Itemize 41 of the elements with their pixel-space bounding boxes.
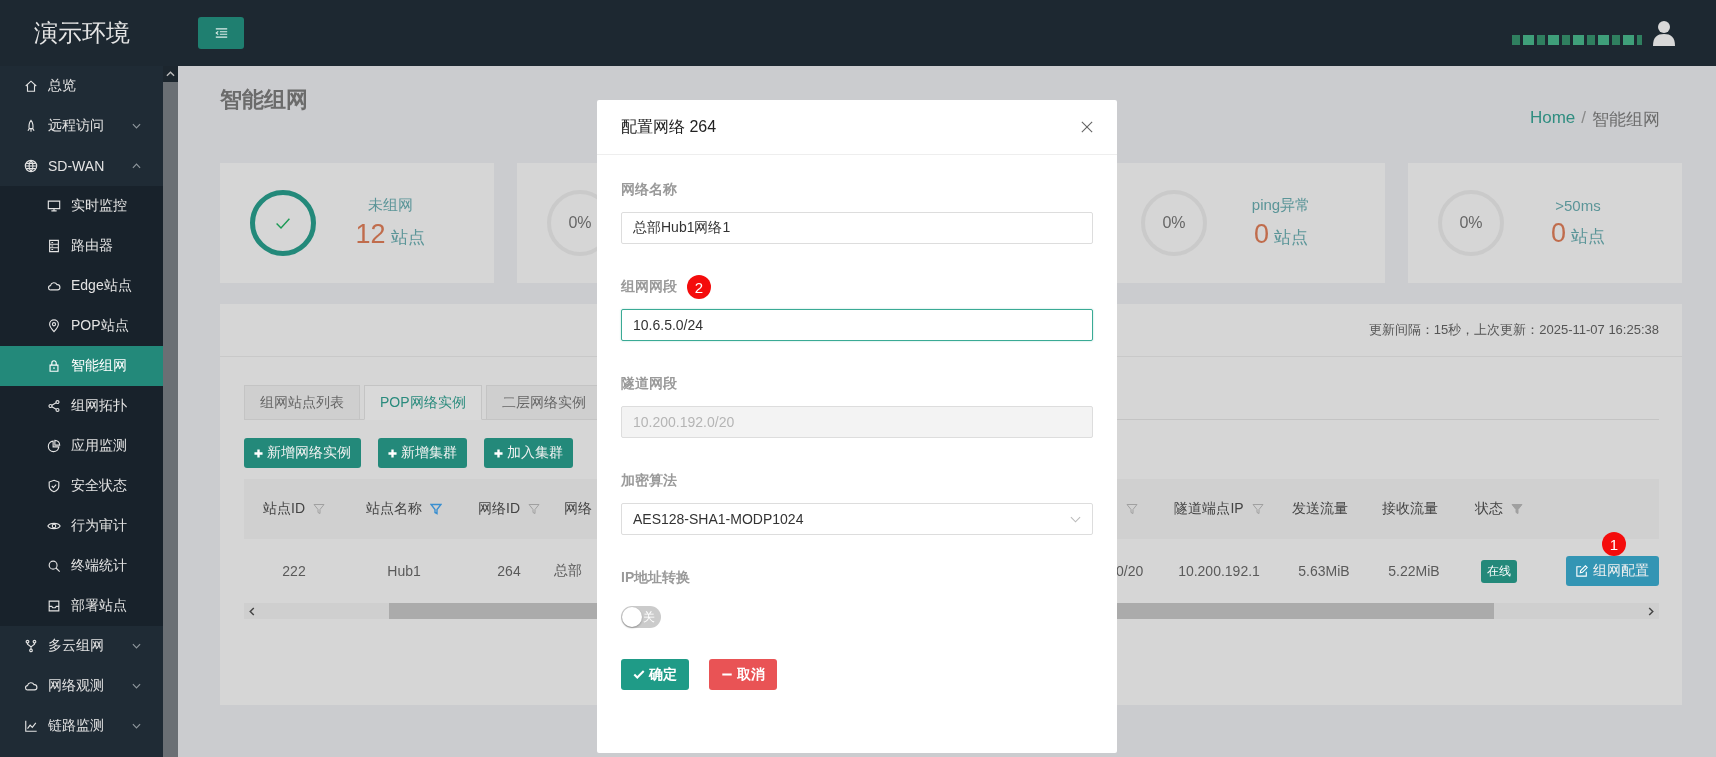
field-label: IP地址转换 — [621, 569, 691, 587]
column-header: 状态 — [1475, 500, 1503, 518]
stat-value: 12 — [355, 219, 386, 250]
step-marker: 2 — [687, 275, 711, 299]
stat-value: 0 — [1551, 218, 1566, 249]
breadcrumb-item: 智能组网 — [1592, 109, 1660, 131]
column-header: 站点ID — [263, 500, 305, 518]
table-cell-text: 0/20 — [1116, 562, 1145, 581]
table-cell-text: 5.63MiB — [1297, 562, 1351, 581]
progress-ring: 0% — [1438, 190, 1504, 256]
field-label: 组网网段 — [621, 278, 677, 296]
field-label: 加密算法 — [621, 472, 677, 490]
update-status-text: 更新间隔：15秒，上次更新：2025-11-07 16:25:38 — [1368, 321, 1659, 339]
stat-unit: 站点 — [1274, 227, 1308, 249]
field-label: 网络名称 — [621, 181, 677, 199]
table-cell-text: Hub1 — [386, 562, 422, 581]
table-cell-text: 10.200.192.1 — [1177, 562, 1261, 581]
dialog-title: 配置网络 264 — [621, 116, 717, 137]
step-marker: 1 — [1602, 532, 1626, 556]
table-cell-text: 5.22MiB — [1387, 562, 1441, 581]
stat-value: 0 — [1254, 219, 1269, 250]
status-badge: 在线 — [1481, 559, 1517, 583]
column-header: 接收流量 — [1382, 500, 1438, 518]
table-cell-text: 222 — [281, 562, 307, 581]
page-title: 智能组网 — [220, 86, 308, 114]
progress-ring: 0% — [1141, 190, 1207, 256]
stat-label: 未组网 — [367, 196, 413, 215]
stat-label: >50ms — [1555, 197, 1601, 214]
field-label: 隧道网段 — [621, 375, 677, 393]
column-header: 站点名称 — [366, 500, 422, 518]
table-cell-text: 总部 — [554, 561, 583, 580]
column-header: 网络 — [564, 500, 592, 518]
stat-unit: 站点 — [390, 227, 425, 249]
table-cell-text: 264 — [496, 562, 522, 581]
column-header: 网络ID — [478, 500, 520, 518]
column-header: 隧道端点IP — [1174, 500, 1244, 518]
brand-title: 演示环境 — [32, 18, 131, 48]
breadcrumb-separator: / — [1581, 108, 1586, 129]
stat-label: ping异常 — [1251, 196, 1311, 215]
column-header: 发送流量 — [1292, 500, 1348, 518]
stat-unit: 站点 — [1571, 226, 1605, 248]
